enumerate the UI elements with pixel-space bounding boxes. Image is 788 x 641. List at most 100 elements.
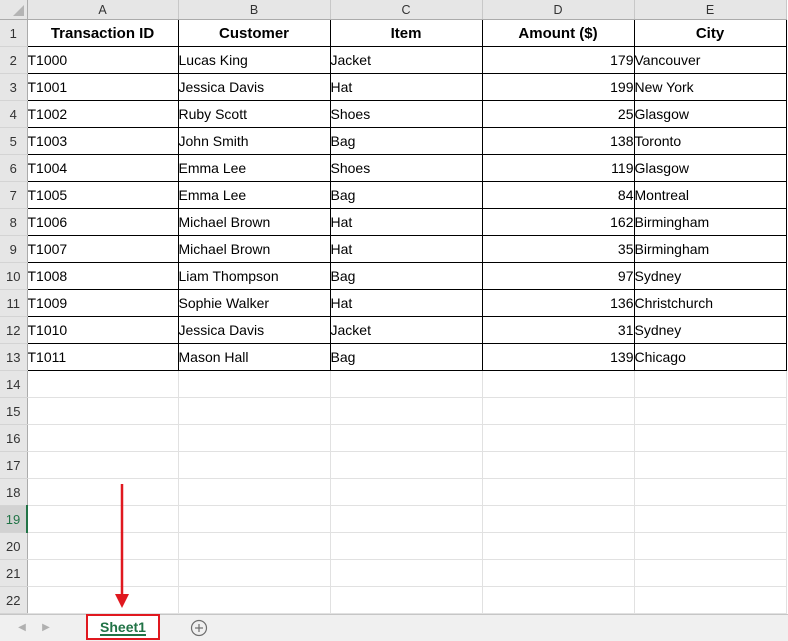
data-cell[interactable]: 138 <box>481 127 635 155</box>
empty-cell[interactable] <box>178 505 331 533</box>
data-cell[interactable]: 199 <box>481 73 635 101</box>
data-cell[interactable]: Sydney <box>633 316 787 344</box>
empty-cell[interactable] <box>482 478 635 506</box>
row-header[interactable]: 21 <box>0 559 28 587</box>
data-cell[interactable]: T1001 <box>26 73 179 101</box>
empty-cell[interactable] <box>482 424 635 452</box>
header-cell[interactable]: City <box>633 19 787 47</box>
row-header[interactable]: 2 <box>0 46 28 74</box>
empty-cell[interactable] <box>634 451 787 479</box>
column-header-d[interactable]: D <box>482 0 635 20</box>
data-cell[interactable]: T1006 <box>26 208 179 236</box>
empty-cell[interactable] <box>482 559 635 587</box>
data-cell[interactable]: 25 <box>481 100 635 128</box>
data-cell[interactable]: Jessica Davis <box>177 73 331 101</box>
data-cell[interactable]: Birmingham <box>633 235 787 263</box>
empty-cell[interactable] <box>27 532 179 560</box>
empty-cell[interactable] <box>634 478 787 506</box>
empty-cell[interactable] <box>482 505 635 533</box>
data-cell[interactable]: Jessica Davis <box>177 316 331 344</box>
data-cell[interactable]: T1003 <box>26 127 179 155</box>
data-cell[interactable]: T1004 <box>26 154 179 182</box>
data-cell[interactable]: 31 <box>481 316 635 344</box>
empty-cell[interactable] <box>178 532 331 560</box>
data-cell[interactable]: Emma Lee <box>177 154 331 182</box>
data-cell[interactable]: T1002 <box>26 100 179 128</box>
row-header[interactable]: 16 <box>0 424 28 452</box>
row-header[interactable]: 10 <box>0 262 28 290</box>
empty-cell[interactable] <box>178 424 331 452</box>
data-cell[interactable]: Michael Brown <box>177 208 331 236</box>
empty-cell[interactable] <box>634 397 787 425</box>
data-cell[interactable]: Emma Lee <box>177 181 331 209</box>
row-header[interactable]: 6 <box>0 154 28 182</box>
empty-cell[interactable] <box>27 559 179 587</box>
column-header-e[interactable]: E <box>634 0 787 20</box>
row-header[interactable]: 3 <box>0 73 28 101</box>
header-cell[interactable]: Customer <box>177 19 331 47</box>
column-header-c[interactable]: C <box>330 0 483 20</box>
data-cell[interactable]: Hat <box>329 208 483 236</box>
plus-circle-icon[interactable] <box>190 619 208 637</box>
empty-cell[interactable] <box>330 451 483 479</box>
row-header[interactable]: 18 <box>0 478 28 506</box>
empty-cell[interactable] <box>27 586 179 614</box>
row-header[interactable]: 4 <box>0 100 28 128</box>
empty-cell[interactable] <box>178 559 331 587</box>
row-header[interactable]: 11 <box>0 289 28 317</box>
data-cell[interactable]: 35 <box>481 235 635 263</box>
data-cell[interactable]: Ruby Scott <box>177 100 331 128</box>
header-cell[interactable]: Transaction ID <box>26 19 179 47</box>
data-cell[interactable]: 139 <box>481 343 635 371</box>
empty-cell[interactable] <box>178 451 331 479</box>
select-all-corner[interactable] <box>0 0 28 20</box>
empty-cell[interactable] <box>27 478 179 506</box>
empty-cell[interactable] <box>330 424 483 452</box>
data-cell[interactable]: 119 <box>481 154 635 182</box>
empty-cell[interactable] <box>178 397 331 425</box>
data-cell[interactable]: Vancouver <box>633 46 787 74</box>
data-cell[interactable]: Bag <box>329 127 483 155</box>
header-cell[interactable]: Item <box>329 19 483 47</box>
sheet-tab-sheet1[interactable]: Sheet1 <box>86 614 160 640</box>
data-cell[interactable]: 84 <box>481 181 635 209</box>
row-header[interactable]: 19 <box>0 505 28 533</box>
data-cell[interactable]: Jacket <box>329 46 483 74</box>
chevron-right-icon[interactable]: ▶ <box>40 622 52 634</box>
row-header[interactable]: 8 <box>0 208 28 236</box>
empty-cell[interactable] <box>482 451 635 479</box>
data-cell[interactable]: Liam Thompson <box>177 262 331 290</box>
data-cell[interactable]: T1008 <box>26 262 179 290</box>
row-header[interactable]: 9 <box>0 235 28 263</box>
empty-cell[interactable] <box>27 424 179 452</box>
data-cell[interactable]: 136 <box>481 289 635 317</box>
data-cell[interactable]: Michael Brown <box>177 235 331 263</box>
data-cell[interactable]: Lucas King <box>177 46 331 74</box>
empty-cell[interactable] <box>178 370 331 398</box>
empty-cell[interactable] <box>634 559 787 587</box>
row-header[interactable]: 7 <box>0 181 28 209</box>
row-header[interactable]: 5 <box>0 127 28 155</box>
empty-cell[interactable] <box>634 586 787 614</box>
data-cell[interactable]: Chicago <box>633 343 787 371</box>
empty-cell[interactable] <box>178 586 331 614</box>
data-cell[interactable]: T1000 <box>26 46 179 74</box>
row-header[interactable]: 17 <box>0 451 28 479</box>
data-cell[interactable]: Shoes <box>329 154 483 182</box>
empty-cell[interactable] <box>330 505 483 533</box>
row-header[interactable]: 15 <box>0 397 28 425</box>
data-cell[interactable]: Mason Hall <box>177 343 331 371</box>
empty-cell[interactable] <box>482 397 635 425</box>
data-cell[interactable]: Jacket <box>329 316 483 344</box>
empty-cell[interactable] <box>330 397 483 425</box>
empty-cell[interactable] <box>27 451 179 479</box>
header-cell[interactable]: Amount ($) <box>481 19 635 47</box>
empty-cell[interactable] <box>27 505 179 533</box>
empty-cell[interactable] <box>634 532 787 560</box>
data-cell[interactable]: Montreal <box>633 181 787 209</box>
empty-cell[interactable] <box>330 370 483 398</box>
data-cell[interactable]: Sophie Walker <box>177 289 331 317</box>
empty-cell[interactable] <box>634 505 787 533</box>
data-cell[interactable]: T1009 <box>26 289 179 317</box>
data-cell[interactable]: Shoes <box>329 100 483 128</box>
